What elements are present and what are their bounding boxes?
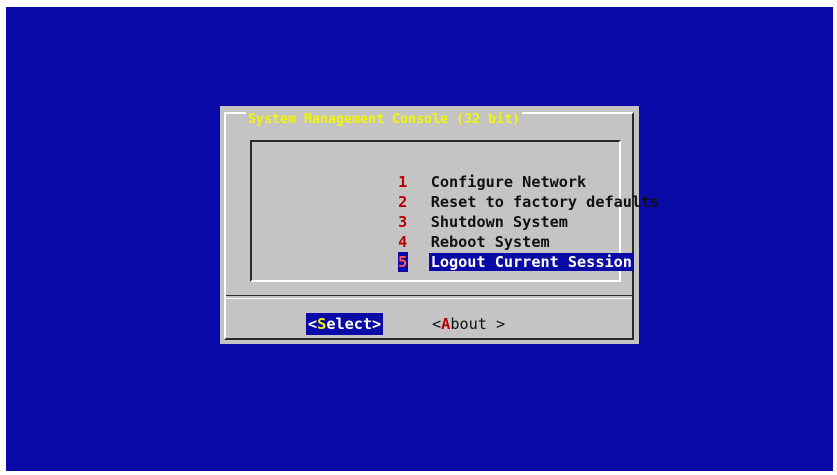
about-button-label: bout xyxy=(450,315,487,333)
select-button[interactable]: <Select> xyxy=(306,313,384,335)
select-button-close-bracket: > xyxy=(372,315,382,333)
select-button-hotkey: S xyxy=(317,315,327,333)
console-screen: System Management Console (32 bit) 1 Conf… xyxy=(6,7,833,471)
about-button-close-bracket: > xyxy=(486,315,506,333)
menu-item-key: 5 xyxy=(397,252,408,272)
menu-item-key: 1 xyxy=(398,173,408,191)
menu-item-label: Shutdown System xyxy=(430,213,568,231)
menu-list: 1 Configure Network 2 Reset to factory def… xyxy=(288,152,661,272)
dialog-frame: System Management Console (32 bit) 1 Conf… xyxy=(224,112,659,340)
menu-item-label: Logout Current Session xyxy=(428,253,634,271)
menu-item-key: 4 xyxy=(398,233,408,251)
about-button[interactable]: <About > xyxy=(432,313,505,335)
menu-item-key: 2 xyxy=(398,193,408,211)
button-separator xyxy=(226,295,632,299)
menu-box: 1 Configure Network 2 Reset to factory def… xyxy=(250,140,659,282)
select-button-label: elect xyxy=(326,315,373,333)
management-dialog: System Management Console (32 bit) 1 Conf… xyxy=(220,106,659,344)
menu-item-label: Reboot System xyxy=(430,233,550,251)
menu-item-label: Reset to factory defaults xyxy=(430,193,660,211)
menu-item-configure-network[interactable]: 1 Configure Network xyxy=(288,152,661,191)
dialog-title: System Management Console (32 bit) xyxy=(246,112,523,128)
menu-item-label: Configure Network xyxy=(430,173,587,191)
menu-item-key: 3 xyxy=(398,213,408,231)
about-button-hotkey: A xyxy=(441,315,451,333)
about-button-open-bracket: < xyxy=(432,315,442,333)
button-bar: <Select> <About > xyxy=(226,313,632,335)
select-button-open-bracket: < xyxy=(308,315,318,333)
